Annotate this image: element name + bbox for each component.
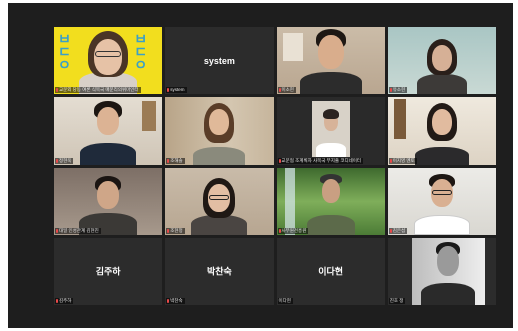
video-feed	[54, 167, 163, 235]
mic-muted-icon	[389, 228, 392, 233]
mic-muted-icon	[389, 158, 392, 163]
mic-muted-icon	[167, 228, 170, 233]
video-feed	[276, 97, 385, 165]
participant-name-label: 이다현	[277, 298, 293, 304]
participant-tile[interactable]: 대일 인성관계 김현진	[54, 167, 163, 235]
mic-muted-icon	[278, 228, 281, 233]
participant-name-label: 교문협 조계획자 사목국 부지출 코디네이터	[277, 157, 364, 164]
participant-name-label: 조현정	[166, 227, 185, 234]
participant-name-label: 박찬숙	[166, 298, 185, 304]
mic-muted-icon	[278, 88, 281, 93]
participant-grid: ㅂㄷㅇ ㅂㄷㅇ 교문외 당동 여론 식목국 매문리의위마인터 system sy…	[54, 27, 496, 305]
video-feed	[165, 97, 274, 165]
participant-tile[interactable]: 이소현	[276, 27, 385, 95]
mic-muted-icon	[56, 228, 58, 233]
participant-name-label: 이소현	[277, 87, 296, 94]
participant-name-label: 이지영 멘토	[388, 157, 417, 164]
participant-tile[interactable]: 김주하 김주하	[54, 237, 163, 305]
participant-tile[interactable]: 유소현	[387, 27, 496, 95]
participant-tile[interactable]: system system	[165, 27, 274, 95]
participant-display-name: 박찬숙	[206, 266, 232, 277]
participant-tile[interactable]: 이지영 멘토	[387, 97, 496, 165]
participant-display-name: system	[203, 55, 235, 66]
participant-tile[interactable]: 정현욱	[54, 97, 163, 165]
video-feed	[276, 167, 385, 235]
mic-muted-icon	[56, 158, 58, 163]
participant-name-label: 교문외 당동 여론 식목국 매문리의위마인터	[55, 87, 141, 94]
participant-name-label: system	[166, 87, 187, 94]
participant-tile[interactable]: ㅂㄷㅇ ㅂㄷㅇ 교문외 당동 여론 식목국 매문리의위마인터	[54, 27, 163, 95]
participant-name-label: 진호 정	[388, 298, 406, 304]
participant-tile[interactable]: 교문협 조계획자 사목국 부지출 코디네이터	[276, 97, 385, 165]
video-feed	[387, 97, 496, 165]
mic-muted-icon	[167, 299, 170, 303]
video-feed	[54, 97, 163, 165]
participant-tile[interactable]: 진호 정	[387, 237, 496, 305]
participant-tile[interactable]: 김은섭	[387, 167, 496, 235]
participant-display-name: 이다현	[318, 266, 344, 277]
participant-name-label: 김은섭	[388, 227, 408, 234]
participant-tile[interactable]: 조현정	[165, 167, 274, 235]
participant-tile[interactable]: 조해솔	[165, 97, 274, 165]
mic-muted-icon	[56, 88, 58, 93]
participant-name-label: 김주하	[55, 298, 74, 304]
participant-name-label: 사무원천흥원	[277, 227, 309, 234]
video-conference-window: ㅂㄷㅇ ㅂㄷㅇ 교문외 당동 여론 식목국 매문리의위마인터 system sy…	[8, 3, 513, 328]
video-feed	[165, 167, 274, 235]
participant-name-label: 정현욱	[55, 157, 74, 164]
participant-tile[interactable]: 사무원천흥원	[276, 167, 385, 235]
participant-name-label: 대일 인성관계 김현진	[55, 227, 101, 234]
mic-muted-icon	[167, 158, 170, 163]
mic-muted-icon	[56, 299, 58, 303]
video-feed	[276, 27, 385, 95]
video-feed	[387, 27, 496, 95]
video-feed: ㅂㄷㅇ ㅂㄷㅇ	[54, 27, 163, 95]
video-feed	[387, 167, 496, 235]
mic-muted-icon	[167, 88, 170, 93]
participant-tile[interactable]: 이다현 이다현	[276, 237, 385, 305]
participant-name-label: 유소현	[388, 87, 408, 94]
participant-tile[interactable]: 박찬숙 박찬숙	[165, 237, 274, 305]
participant-name-label: 조해솔	[166, 157, 185, 164]
participant-display-name: 김주하	[95, 266, 121, 277]
mic-muted-icon	[278, 158, 281, 163]
video-feed	[411, 237, 486, 305]
mic-muted-icon	[389, 88, 392, 93]
